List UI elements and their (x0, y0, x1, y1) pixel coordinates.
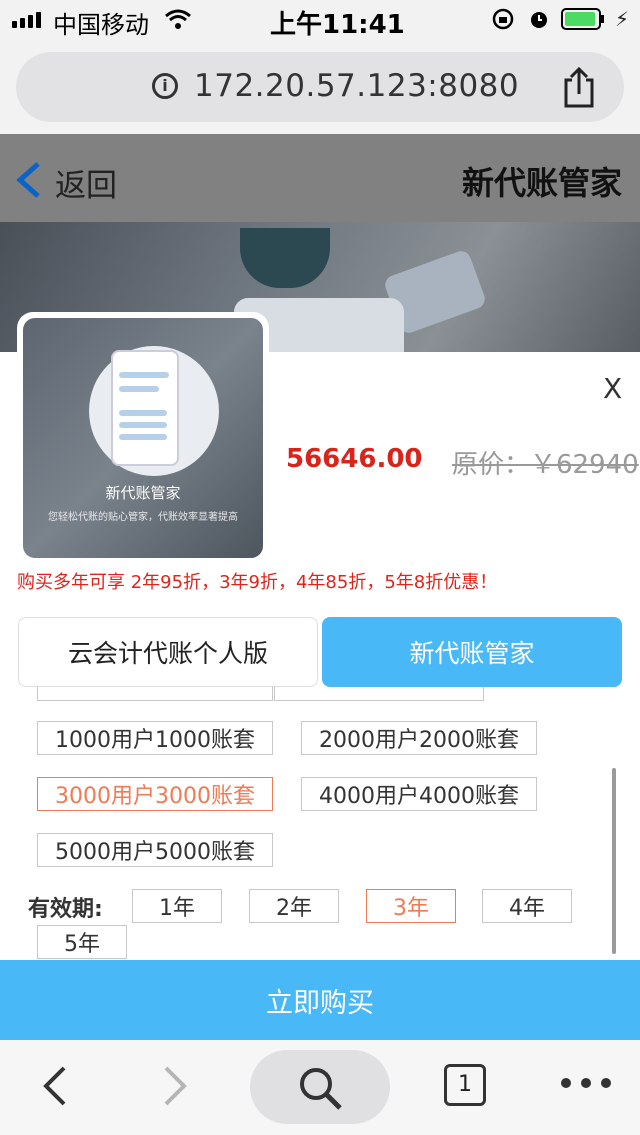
back-button[interactable]: 返回 (55, 160, 117, 205)
charging-icon: ⚡ (615, 7, 630, 31)
share-icon[interactable] (561, 66, 597, 108)
wifi-icon (165, 9, 191, 29)
plan-option[interactable]: 2000用户2000账套 (301, 721, 537, 755)
more-icon[interactable] (561, 1078, 611, 1088)
tabs-button[interactable]: 1 (444, 1064, 486, 1106)
plan-option[interactable]: 4000用户4000账套 (301, 777, 537, 811)
scrollbar[interactable] (612, 768, 616, 954)
validity-option[interactable]: 2年 (249, 889, 339, 923)
info-icon[interactable]: i (152, 73, 178, 99)
battery-icon (561, 8, 604, 30)
plan-option-selected[interactable]: 3000用户3000账套 (37, 777, 273, 811)
original-price: 原价：￥62940 (452, 450, 639, 480)
plan-option[interactable]: 5000用户5000账套 (37, 833, 273, 867)
rotation-lock-icon (492, 8, 514, 30)
validity-label: 有效期: (28, 897, 103, 922)
tab-new-manager[interactable]: 新代账管家 (322, 617, 622, 687)
plan-option[interactable]: 1000用户1000账套 (37, 721, 273, 755)
options-scroll-area[interactable]: 1000用户1000账套 2000用户2000账套 3000用户3000账套 4… (0, 687, 640, 960)
validity-option[interactable]: 5年 (37, 925, 127, 959)
carrier-label: 中国移动 (53, 11, 149, 39)
close-button[interactable]: X (603, 372, 622, 405)
plan-option-partial[interactable] (37, 687, 273, 701)
tab-personal-edition[interactable]: 云会计代账个人版 (18, 617, 318, 687)
product-thumbnail: 新代账管家 您轻松代账的贴心管家，代账效率显著提高 (23, 318, 263, 558)
validity-option[interactable]: 1年 (132, 889, 222, 923)
validity-option-selected[interactable]: 3年 (366, 889, 456, 923)
browser-forward-icon[interactable] (160, 1062, 190, 1110)
signal-icon (12, 10, 41, 28)
buy-now-button[interactable]: 立即购买 (0, 960, 640, 1040)
validity-option[interactable]: 4年 (482, 889, 572, 923)
status-time: 上午11:41 (270, 10, 405, 40)
plan-option-partial[interactable] (274, 687, 484, 701)
thumbnail-title: 新代账管家 (105, 484, 181, 502)
product-price: 56646.00 (286, 444, 423, 474)
alarm-icon (531, 12, 547, 28)
search-icon (300, 1068, 342, 1110)
chevron-left-icon[interactable] (14, 160, 42, 200)
browser-back-icon[interactable] (40, 1062, 70, 1110)
search-button[interactable] (250, 1050, 390, 1124)
promo-text: 购买多年可享 2年95折，3年9折，4年85折，5年8折优惠！ (17, 572, 498, 593)
thumbnail-subtitle: 您轻松代账的贴心管家，代账效率显著提高 (48, 512, 238, 523)
page-title: 新代账管家 (461, 164, 622, 202)
url-text[interactable]: 172.20.57.123:8080 (194, 68, 519, 104)
